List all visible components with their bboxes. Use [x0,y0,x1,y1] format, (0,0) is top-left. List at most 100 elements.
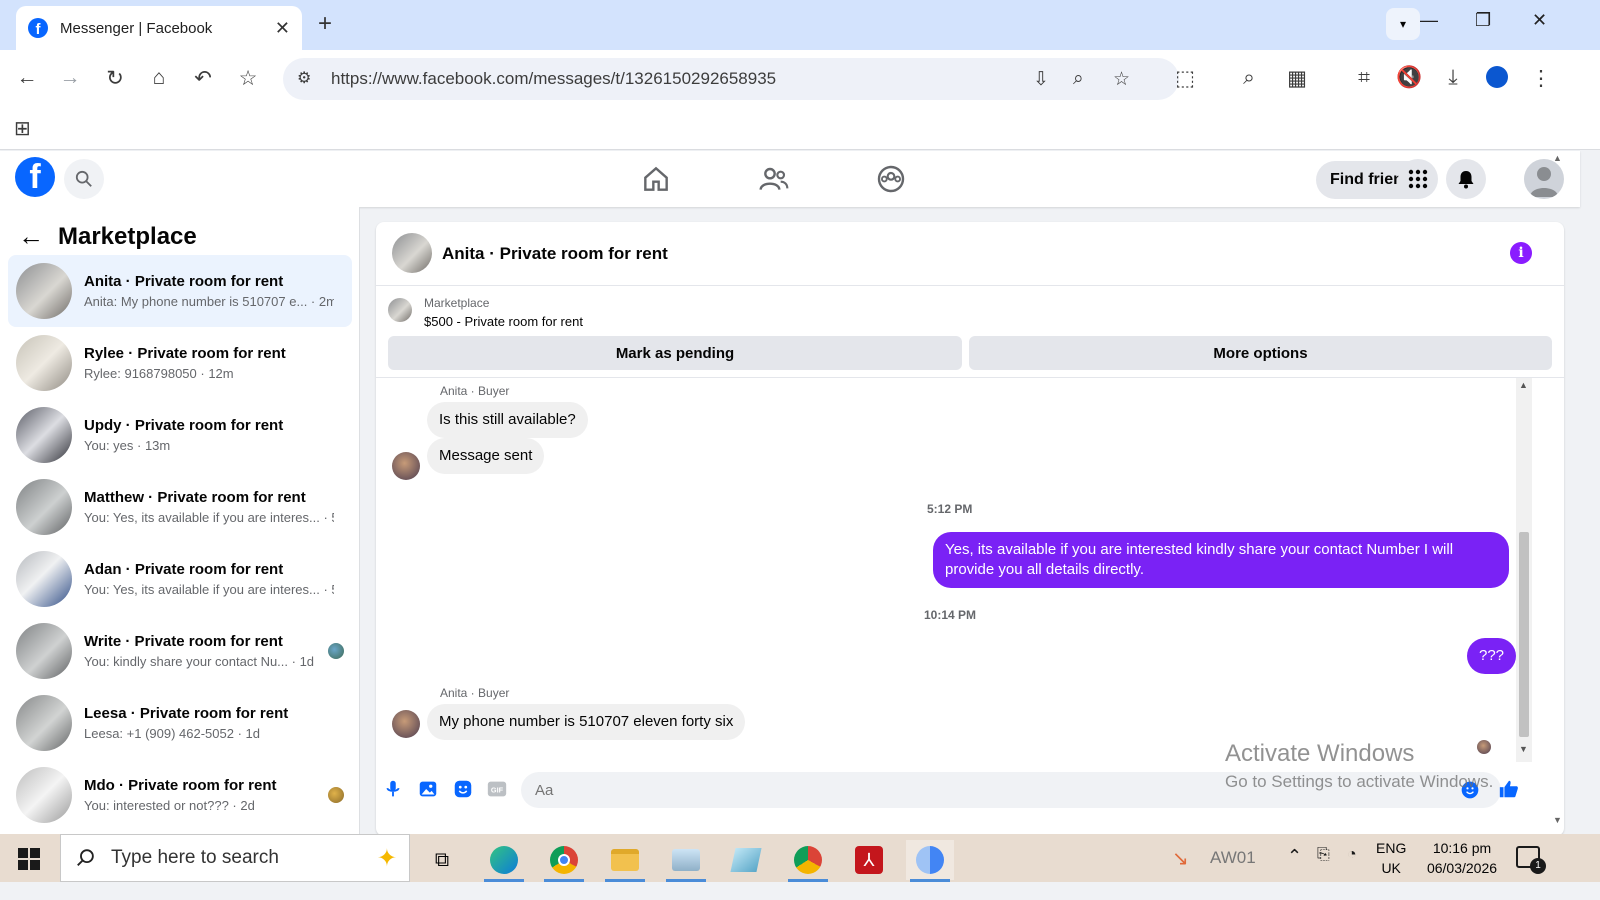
conversation-preview: You: interested or not??? · 2d [84,798,255,813]
edge-browser-icon[interactable] [480,840,528,882]
conversation-item[interactable]: Mdo · Private room for rent You: interest… [8,759,352,831]
room-thumbnail [16,767,72,823]
clock[interactable]: 10:16 pm 06/03/2026 [1420,838,1504,878]
notes-app-icon[interactable] [722,840,770,880]
site-settings-icon[interactable]: ⚙ [297,68,311,88]
page-scroll-down-icon[interactable]: ▼ [1553,815,1562,825]
extensions-icon[interactable]: ⬚ [1172,66,1198,91]
windows-start-icon[interactable] [18,848,40,870]
browser-tab-messenger[interactable]: f Messenger | Facebook ✕ [16,6,302,50]
notification-center-icon[interactable]: 1 [1516,846,1546,874]
conversation-name: Updy · Private room for rent [84,417,284,434]
nav-home-icon[interactable] [640,163,672,195]
chat-title[interactable]: Anita · Private room for rent [442,244,668,264]
nav-groups-icon[interactable] [875,163,907,195]
undo-icon[interactable]: ↶ [190,66,216,91]
gif-icon[interactable]: GIF [486,778,508,800]
conversation-item[interactable]: Rylee · Private room for rent Rylee: 9168… [8,327,352,399]
notifications-bell-icon[interactable] [1446,159,1486,199]
keyboard-region: UK [1381,860,1401,876]
new-tab-icon[interactable]: + [318,10,332,38]
minimize-icon[interactable]: — [1420,10,1438,31]
file-explorer-icon[interactable] [601,840,649,882]
profile-avatar-icon[interactable] [1486,66,1508,88]
conversation-name: Rylee · Private room for rent [84,345,286,362]
page-scroll-up-icon[interactable]: ▲ [1553,153,1562,163]
window-close-icon[interactable]: ✕ [1532,10,1547,31]
home-icon[interactable]: ⌂ [146,66,172,90]
clock-time: 10:16 pm [1432,840,1492,856]
conversation-item[interactable]: Write · Private room for rent You: kindly… [8,615,352,687]
facebook-logo-icon[interactable]: f [15,157,55,197]
search-icon[interactable]: ⌕ [1236,66,1262,90]
restore-icon[interactable]: ❐ [1475,10,1491,31]
language-indicator[interactable]: ENG UK [1376,838,1406,878]
chrome-profile-icon[interactable] [784,840,832,882]
facebook-search-icon[interactable] [64,159,104,199]
page-scrollbar[interactable]: ▲ ▼ [1548,151,1568,831]
weather-icon[interactable]: ↘ [1172,846,1189,871]
pdf-reader-icon[interactable]: ⅄ [845,840,893,880]
conversation-item[interactable]: Matthew · Private room for rent You: Yes,… [8,471,352,543]
room-thumbnail [16,335,72,391]
bookmark-star-icon[interactable]: ☆ [235,66,261,91]
address-bar[interactable]: ⚙ https://www.facebook.com/messages/t/13… [283,58,1179,100]
conversation-item[interactable]: Adan · Private room for rent You: Yes, it… [8,543,352,615]
mark-as-pending-button[interactable]: Mark as pending [388,336,962,370]
active-chrome-icon[interactable] [906,840,954,882]
zoom-icon[interactable]: ⌕ [1073,68,1084,90]
message-bubble-outgoing[interactable]: Yes, its available if you are interested… [933,532,1509,588]
nav-friends-icon[interactable] [758,163,790,195]
room-thumbnail [16,263,72,319]
menu-grid-icon[interactable] [1398,159,1438,199]
mute-icon[interactable]: 🔇 [1396,66,1422,90]
install-app-icon[interactable]: ⇩ [1033,68,1049,91]
meet-now-icon[interactable]: ⎘ [1317,846,1330,864]
chrome-icon[interactable] [540,840,588,882]
scroll-up-icon[interactable]: ▲ [1519,380,1528,390]
message-bubble-incoming[interactable]: My phone number is 510707 eleven forty s… [427,704,746,740]
conversation-item[interactable]: Anita · Private room for rent Anita: My p… [8,255,352,327]
listing-title[interactable]: $500 - Private room for rent [424,314,583,329]
tab-search-chevron-icon[interactable]: ▾ [1386,8,1420,40]
menu-dots-icon[interactable]: ⋮ [1528,66,1554,91]
sender-label: Anita · Buyer [440,686,510,700]
photo-app-icon[interactable] [662,840,710,882]
favorite-star-icon[interactable]: ☆ [1113,68,1130,91]
reload-icon[interactable]: ↻ [102,66,128,91]
sender-avatar[interactable] [392,452,420,480]
close-tab-icon[interactable]: ✕ [275,18,290,39]
qr-code-icon[interactable]: ▦ [1284,66,1310,91]
sender-avatar[interactable] [392,710,420,738]
download-icon[interactable]: ⤓ [1440,66,1466,90]
photo-icon[interactable] [417,778,439,800]
scroll-thumb[interactable] [1519,532,1529,737]
conversation-item[interactable]: Leesa · Private room for rent Leesa: +1 (… [8,687,352,759]
scroll-down-icon[interactable]: ▼ [1519,744,1528,754]
like-thumb-icon[interactable] [1498,778,1520,800]
crop-icon[interactable]: ⌗ [1351,66,1377,90]
chat-avatar[interactable] [392,233,432,273]
message-bubble-incoming[interactable]: Is this still available? [427,402,588,438]
info-icon[interactable]: i [1510,242,1532,264]
apps-grid-icon[interactable]: ⊞ [14,116,31,141]
message-scrollbar[interactable]: ▲ ▼ [1516,378,1532,762]
conversation-item[interactable]: Updy · Private room for rent You: yes · 1… [8,399,352,471]
taskbar-search-box[interactable]: Type here to search ✦ [60,834,410,882]
url-text: https://www.facebook.com/messages/t/1326… [331,69,777,88]
tray-chevron-up-icon[interactable]: ⌃ [1287,846,1302,867]
more-options-button[interactable]: More options [969,336,1552,370]
microphone-icon[interactable] [382,778,404,800]
marketplace-sidebar: ← Marketplace Anita · Private room for r… [0,207,360,847]
message-bubble-outgoing[interactable]: ??? [1467,638,1517,674]
sticker-icon[interactable] [452,778,474,800]
room-thumbnail [16,407,72,463]
message-bubble-incoming[interactable]: Message sent [427,438,545,474]
forward-icon[interactable]: → [57,66,83,90]
task-view-icon[interactable]: ⧉ [418,840,466,880]
listing-thumbnail[interactable] [388,298,412,322]
back-icon[interactable]: ← [14,66,40,90]
weather-label[interactable]: AW01 [1210,848,1256,868]
back-arrow-icon[interactable]: ← [18,221,44,252]
wifi-icon[interactable]: ◔ [1347,846,1357,864]
